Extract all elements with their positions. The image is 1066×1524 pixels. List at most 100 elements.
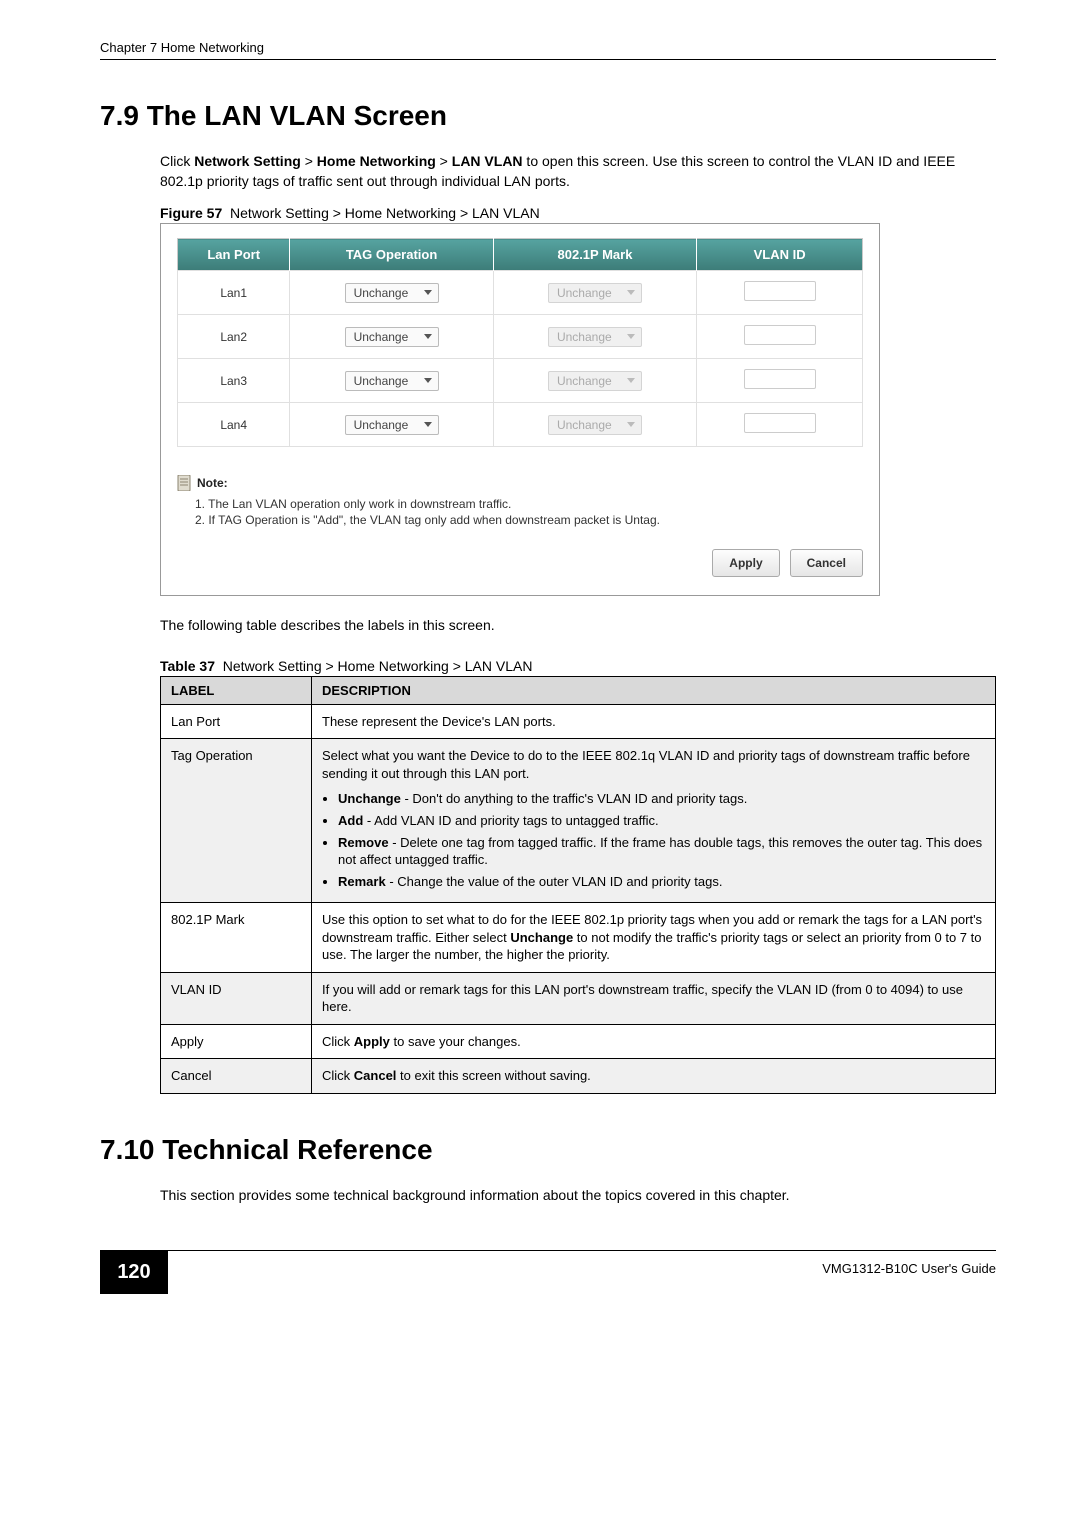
chevron-down-icon bbox=[627, 334, 635, 339]
between-text: The following table describes the labels… bbox=[160, 616, 996, 636]
sep: > bbox=[436, 153, 452, 169]
mark-bold: Unchange bbox=[510, 930, 573, 945]
op-unchange-text: - Don't do anything to the traffic's VLA… bbox=[401, 791, 748, 806]
col-vlan-id: VLAN ID bbox=[697, 239, 863, 271]
tag-operation-select[interactable]: Unchange bbox=[345, 415, 439, 435]
lan-port-cell: Lan1 bbox=[178, 271, 290, 315]
select-value: Unchange bbox=[354, 418, 409, 432]
tag-operation-options: Unchange - Don't do anything to the traf… bbox=[338, 790, 985, 890]
table-row: 802.1P Mark Use this option to set what … bbox=[161, 903, 996, 973]
label-cell: Tag Operation bbox=[161, 739, 312, 903]
col-8021p-mark: 802.1P Mark bbox=[493, 239, 696, 271]
select-value: Unchange bbox=[354, 374, 409, 388]
chevron-down-icon bbox=[627, 378, 635, 383]
vlan-id-input[interactable] bbox=[744, 325, 816, 345]
section-7-9-heading: 7.9 The LAN VLAN Screen bbox=[100, 100, 996, 132]
table-row: Lan3 Unchange Unchange bbox=[178, 359, 863, 403]
cancel-button[interactable]: Cancel bbox=[790, 549, 863, 577]
label-cell: Lan Port bbox=[161, 704, 312, 739]
label-description-table: LABEL DESCRIPTION Lan Port These represe… bbox=[160, 676, 996, 1094]
cancel-post: to exit this screen without saving. bbox=[396, 1068, 590, 1083]
chevron-down-icon bbox=[627, 422, 635, 427]
lan-vlan-config-table: Lan Port TAG Operation 802.1P Mark VLAN … bbox=[177, 238, 863, 447]
vlan-id-input[interactable] bbox=[744, 369, 816, 389]
list-item: Unchange - Don't do anything to the traf… bbox=[338, 790, 985, 808]
chevron-down-icon bbox=[627, 290, 635, 295]
apply-pre: Click bbox=[322, 1034, 354, 1049]
select-value: Unchange bbox=[354, 330, 409, 344]
tag-operation-select[interactable]: Unchange bbox=[345, 371, 439, 391]
page-number: 120 bbox=[100, 1251, 168, 1294]
select-value: Unchange bbox=[557, 418, 612, 432]
desc-cell: These represent the Device's LAN ports. bbox=[312, 704, 996, 739]
section-7-10-heading: 7.10 Technical Reference bbox=[100, 1134, 996, 1166]
desc-cell: If you will add or remark tags for this … bbox=[312, 972, 996, 1024]
table-row: Lan1 Unchange Unchange bbox=[178, 271, 863, 315]
table-row: Apply Click Apply to save your changes. bbox=[161, 1024, 996, 1059]
select-value: Unchange bbox=[557, 286, 612, 300]
op-add-text: - Add VLAN ID and priority tags to untag… bbox=[363, 813, 658, 828]
table-text: Network Setting > Home Networking > LAN … bbox=[223, 658, 533, 674]
label-cell: VLAN ID bbox=[161, 972, 312, 1024]
chevron-down-icon bbox=[424, 378, 432, 383]
chevron-down-icon bbox=[424, 422, 432, 427]
lan-vlan-screenshot: Lan Port TAG Operation 802.1P Mark VLAN … bbox=[160, 223, 880, 596]
note-block: Note: 1. The Lan VLAN operation only wor… bbox=[177, 475, 863, 527]
op-remark: Remark bbox=[338, 874, 386, 889]
list-item: Add - Add VLAN ID and priority tags to u… bbox=[338, 812, 985, 830]
table-row: Cancel Click Cancel to exit this screen … bbox=[161, 1059, 996, 1094]
tag-operation-select[interactable]: Unchange bbox=[345, 283, 439, 303]
figure-label: Figure 57 bbox=[160, 205, 222, 221]
8021p-mark-select: Unchange bbox=[548, 283, 642, 303]
tag-op-intro: Select what you want the Device to do to… bbox=[322, 748, 970, 781]
path-network-setting: Network Setting bbox=[194, 153, 301, 169]
guide-title: VMG1312-B10C User's Guide bbox=[168, 1251, 996, 1276]
tag-operation-select[interactable]: Unchange bbox=[345, 327, 439, 347]
vlan-id-input[interactable] bbox=[744, 413, 816, 433]
vlan-id-input[interactable] bbox=[744, 281, 816, 301]
chevron-down-icon bbox=[424, 290, 432, 295]
op-remove-text: - Delete one tag from tagged traffic. If… bbox=[338, 835, 982, 868]
8021p-mark-select: Unchange bbox=[548, 371, 642, 391]
lan-port-cell: Lan2 bbox=[178, 315, 290, 359]
header-rule bbox=[100, 59, 996, 60]
list-item: Remove - Delete one tag from tagged traf… bbox=[338, 834, 985, 869]
table-row: VLAN ID If you will add or remark tags f… bbox=[161, 972, 996, 1024]
section-7-10-body: This section provides some technical bac… bbox=[160, 1186, 996, 1206]
op-remove: Remove bbox=[338, 835, 389, 850]
header-label: LABEL bbox=[161, 676, 312, 704]
note-line: 1. The Lan VLAN operation only work in d… bbox=[195, 497, 863, 511]
label-cell: Apply bbox=[161, 1024, 312, 1059]
desc-cell: Click Cancel to exit this screen without… bbox=[312, 1059, 996, 1094]
op-remark-text: - Change the value of the outer VLAN ID … bbox=[386, 874, 723, 889]
apply-button[interactable]: Apply bbox=[712, 549, 779, 577]
table-row: Tag Operation Select what you want the D… bbox=[161, 739, 996, 903]
lan-port-cell: Lan4 bbox=[178, 403, 290, 447]
label-cell: Cancel bbox=[161, 1059, 312, 1094]
figure-text: Network Setting > Home Networking > LAN … bbox=[230, 205, 540, 221]
path-lan-vlan: LAN VLAN bbox=[452, 153, 523, 169]
lan-port-cell: Lan3 bbox=[178, 359, 290, 403]
table-row: Lan4 Unchange Unchange bbox=[178, 403, 863, 447]
table-37-caption: Table 37 Network Setting > Home Networki… bbox=[160, 658, 996, 674]
note-label: Note: bbox=[197, 476, 228, 490]
sep: > bbox=[301, 153, 317, 169]
select-value: Unchange bbox=[354, 286, 409, 300]
figure-57-caption: Figure 57 Network Setting > Home Network… bbox=[160, 205, 996, 221]
header-description: DESCRIPTION bbox=[312, 676, 996, 704]
op-unchange: Unchange bbox=[338, 791, 401, 806]
desc-cell: Use this option to set what to do for th… bbox=[312, 903, 996, 973]
label-cell: 802.1P Mark bbox=[161, 903, 312, 973]
op-add: Add bbox=[338, 813, 363, 828]
col-tag-operation: TAG Operation bbox=[290, 239, 493, 271]
desc-cell: Select what you want the Device to do to… bbox=[312, 739, 996, 903]
apply-post: to save your changes. bbox=[390, 1034, 521, 1049]
intro-pre: Click bbox=[160, 153, 194, 169]
note-icon bbox=[177, 475, 191, 491]
section-7-9-intro: Click Network Setting > Home Networking … bbox=[160, 152, 996, 191]
page-footer: 120 VMG1312-B10C User's Guide bbox=[100, 1250, 996, 1294]
table-label: Table 37 bbox=[160, 658, 215, 674]
note-line: 2. If TAG Operation is "Add", the VLAN t… bbox=[195, 513, 863, 527]
select-value: Unchange bbox=[557, 330, 612, 344]
col-lan-port: Lan Port bbox=[178, 239, 290, 271]
